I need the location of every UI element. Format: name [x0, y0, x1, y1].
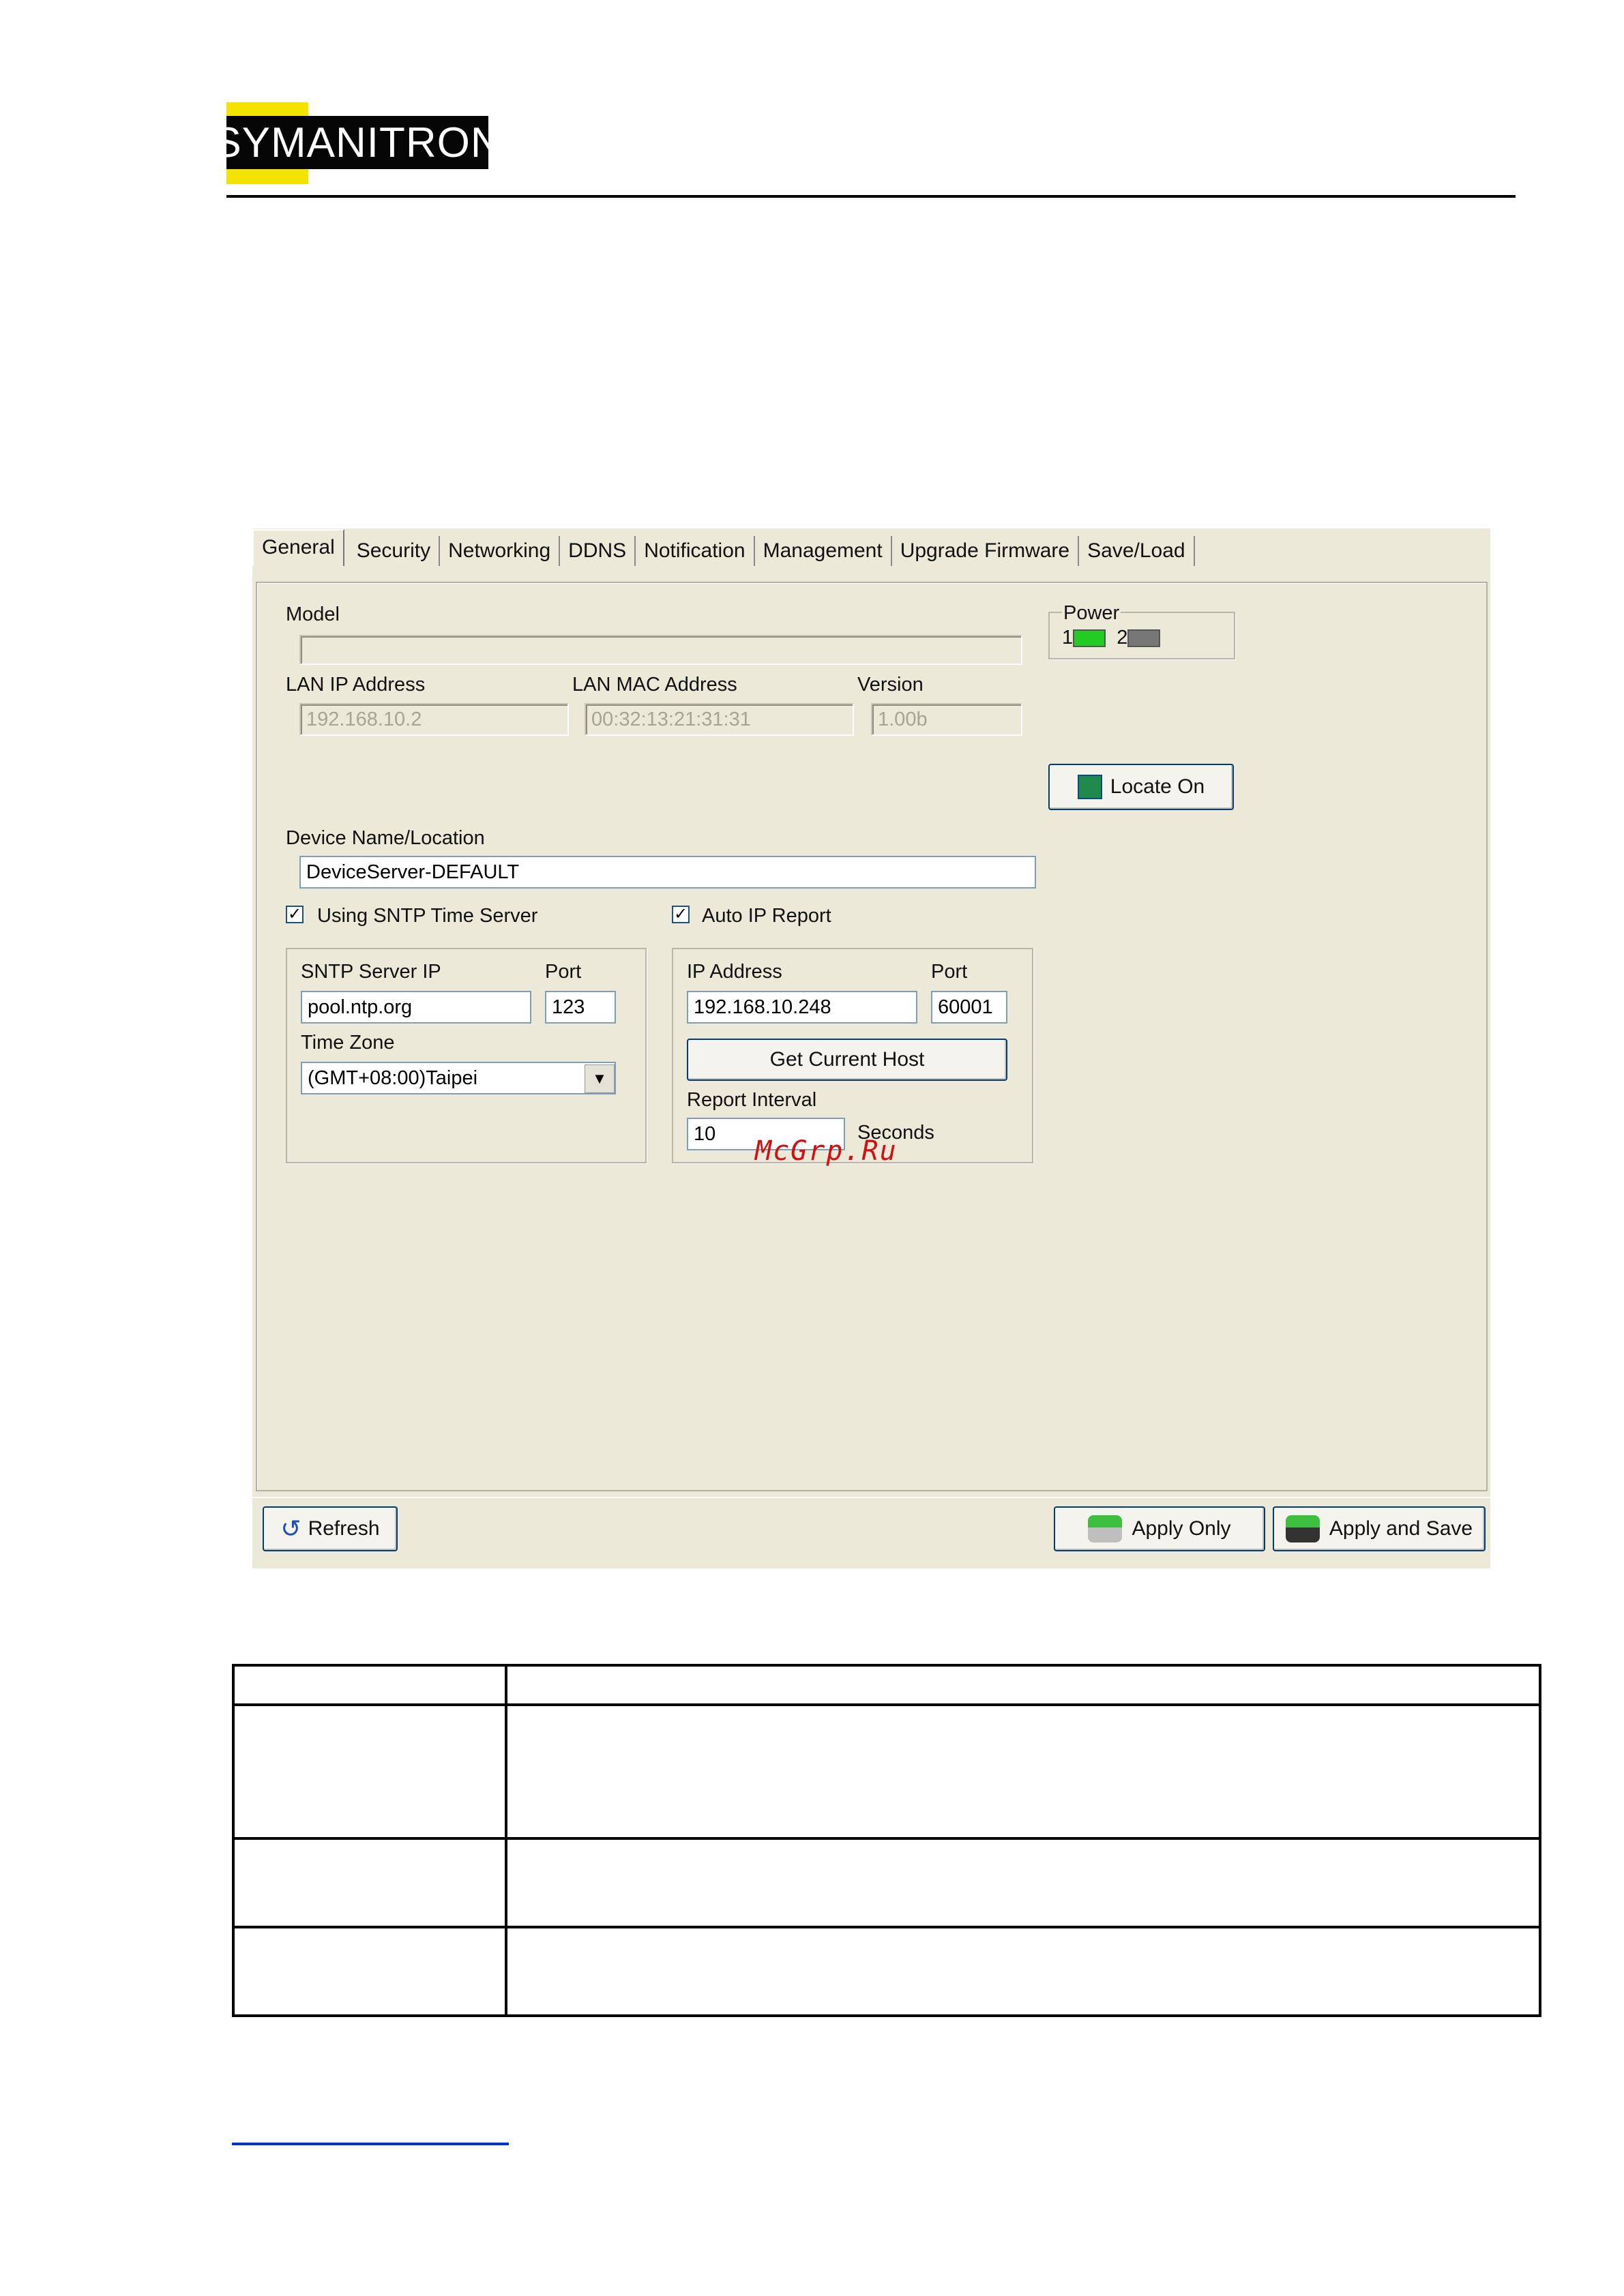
- table-cell: [232, 1926, 507, 2017]
- device-name-label: Device Name/Location: [286, 827, 485, 849]
- refresh-label: Refresh: [308, 1517, 380, 1540]
- timezone-value: (GMT+08:00)Taipei: [308, 1067, 478, 1089]
- tab-security[interactable]: Security: [349, 536, 441, 566]
- power-1-led: [1073, 629, 1106, 648]
- ip-address-input[interactable]: 192.168.10.248: [687, 991, 917, 1024]
- footer-link-underline[interactable]: [232, 2143, 509, 2145]
- apply-and-save-button[interactable]: Apply and Save: [1273, 1506, 1486, 1551]
- table-cell: [232, 1837, 507, 1928]
- model-field: [299, 635, 1022, 665]
- ip-address-label: IP Address: [687, 961, 782, 983]
- table-row: [232, 1703, 1541, 1840]
- table-row: [232, 1664, 1541, 1706]
- table-cell: [505, 1664, 1541, 1706]
- timezone-label: Time Zone: [301, 1032, 395, 1054]
- locate-on-button[interactable]: Locate On: [1048, 764, 1234, 810]
- power-2-label: 2: [1117, 627, 1128, 648]
- model-label: Model: [286, 603, 340, 625]
- power-label: Power: [1062, 602, 1121, 625]
- autoip-checkbox[interactable]: ✓: [672, 906, 690, 923]
- apply-only-icon: [1088, 1515, 1123, 1542]
- sntp-checkbox[interactable]: ✓: [286, 906, 304, 923]
- sntp-port-label: Port: [545, 961, 582, 983]
- tab-management[interactable]: Management: [755, 536, 892, 566]
- version-field: 1.00b: [871, 703, 1022, 736]
- locate-on-label: Locate On: [1110, 775, 1205, 798]
- power-1-label: 1: [1062, 627, 1074, 648]
- tab-strip: General Security Networking DDNS Notific…: [252, 529, 1195, 566]
- report-port-input[interactable]: 60001: [931, 991, 1007, 1024]
- watermark: McGrp.Ru: [755, 1135, 898, 1167]
- table-cell: [232, 1664, 507, 1706]
- description-table: [232, 1664, 1541, 2017]
- sntp-port-input[interactable]: 123: [545, 991, 616, 1024]
- table-row: [232, 1926, 1541, 2017]
- version-label: Version: [857, 674, 924, 696]
- bottom-toolbar: ↺ Refresh Apply Only Apply and Save: [252, 1497, 1490, 1566]
- tab-general[interactable]: General: [252, 529, 344, 566]
- tab-upgrade-firmware[interactable]: Upgrade Firmware: [892, 536, 1080, 566]
- sntp-server-label: SNTP Server IP: [301, 961, 441, 983]
- table-cell: [505, 1837, 1541, 1928]
- lan-ip-field: 192.168.10.2: [299, 703, 569, 736]
- refresh-button[interactable]: ↺ Refresh: [263, 1506, 398, 1551]
- table-cell: [505, 1703, 1541, 1840]
- lan-mac-field: 00:32:13:21:31:31: [585, 703, 854, 736]
- locate-icon: [1077, 775, 1102, 799]
- autoip-checkbox-label: Auto IP Report: [702, 905, 831, 927]
- table-row: [232, 1837, 1541, 1928]
- apply-only-button[interactable]: Apply Only: [1054, 1506, 1265, 1551]
- tab-notification[interactable]: Notification: [636, 536, 755, 566]
- logo-text: SYMANITRON: [213, 119, 502, 166]
- refresh-icon: ↺: [280, 1515, 301, 1542]
- get-current-host-button[interactable]: Get Current Host: [687, 1039, 1007, 1081]
- table-cell: [232, 1703, 507, 1840]
- report-interval-label: Report Interval: [687, 1089, 817, 1111]
- apply-save-label: Apply and Save: [1329, 1517, 1473, 1540]
- lan-mac-label: LAN MAC Address: [572, 674, 737, 696]
- tab-save-load[interactable]: Save/Load: [1079, 536, 1195, 566]
- apply-only-label: Apply Only: [1132, 1517, 1231, 1540]
- table-cell: [505, 1926, 1541, 2017]
- power-indicators: 1 2: [1062, 627, 1161, 649]
- tab-ddns[interactable]: DDNS: [560, 536, 636, 566]
- tab-networking[interactable]: Networking: [440, 536, 561, 566]
- general-tab-panel: Model Power 1 2 LAN IP Address 192.168.1…: [256, 582, 1488, 1491]
- header-divider: [226, 195, 1516, 198]
- sntp-server-input[interactable]: pool.ntp.org: [301, 991, 531, 1024]
- report-port-label: Port: [931, 961, 968, 983]
- sntp-checkbox-label: Using SNTP Time Server: [317, 905, 538, 927]
- apply-save-icon: [1285, 1515, 1320, 1542]
- config-window: General Security Networking DDNS Notific…: [252, 528, 1490, 1568]
- timezone-select[interactable]: (GMT+08:00)Taipei: [301, 1062, 616, 1094]
- power-2-led: [1127, 629, 1161, 648]
- device-name-input[interactable]: DeviceServer-DEFAULT: [299, 856, 1036, 889]
- lan-ip-label: LAN IP Address: [286, 674, 426, 696]
- chevron-down-icon[interactable]: ▼: [585, 1064, 615, 1093]
- logo: SYMANITRON: [213, 116, 501, 169]
